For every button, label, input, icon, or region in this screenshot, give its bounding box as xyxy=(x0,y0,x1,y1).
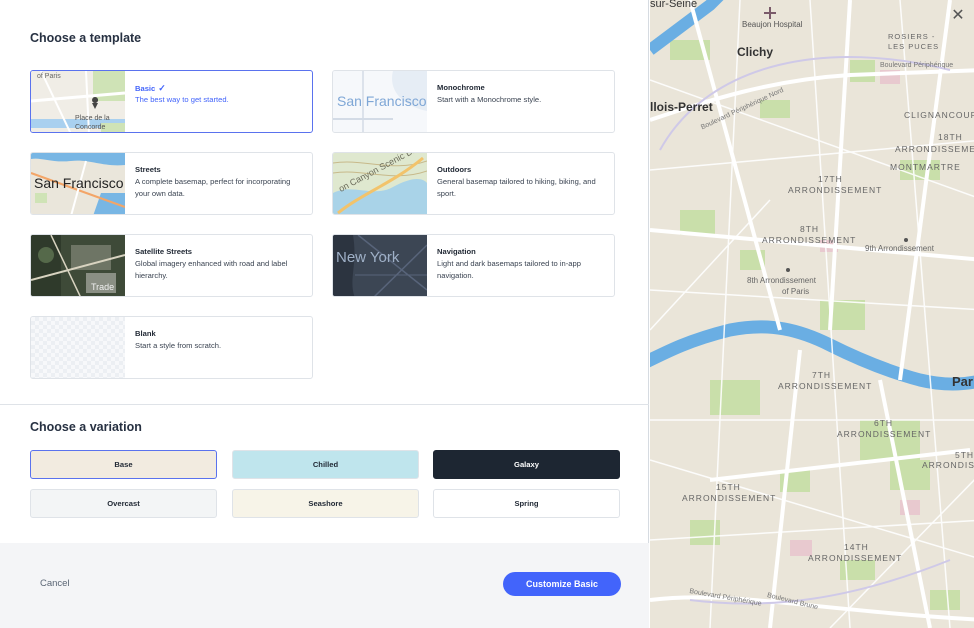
map-label: Par xyxy=(952,374,973,389)
template-name: Basic ✓ xyxy=(135,83,166,93)
map-label: Boulevard Périphérique xyxy=(880,62,954,69)
variation-chilled[interactable]: Chilled xyxy=(232,450,419,479)
variation-spring[interactable]: Spring xyxy=(433,489,620,518)
map-label: 17TH xyxy=(818,174,843,184)
template-thumbnail-blank xyxy=(31,317,125,378)
template-card-satellite-streets[interactable]: Trade Satellite Streets Global imagery e… xyxy=(30,234,313,297)
variations-heading: Choose a variation xyxy=(30,420,142,434)
variation-overcast[interactable]: Overcast xyxy=(30,489,217,518)
map-label: 8th Arrondissement xyxy=(747,276,816,285)
template-description: Light and dark basemaps tailored to in-a… xyxy=(437,259,581,280)
style-template-panel: Choose a template of Paris Place de la C… xyxy=(0,0,649,628)
template-card-streets[interactable]: San Francisco Streets A complete basemap… xyxy=(30,152,313,215)
template-description: Global imagery enhanced with road and la… xyxy=(135,259,288,280)
template-name: Navigation xyxy=(437,247,476,256)
thumb-label: Trade xyxy=(91,282,115,292)
map-label: ARRONDISSEMENT xyxy=(682,493,777,503)
hospital-icon xyxy=(764,7,776,19)
map-label: MONTMARTRE xyxy=(890,162,961,172)
map-label: ARRONDISSEMENT xyxy=(762,235,857,245)
map-label: ARRONDISSEMENT xyxy=(788,185,883,195)
map-label: ARRONDISSEMENT xyxy=(837,429,932,439)
map-label: CLIGNANCOURT xyxy=(904,110,974,120)
map-label: llois-Perret xyxy=(650,100,713,114)
templates-heading: Choose a template xyxy=(30,31,142,45)
template-name: Monochrome xyxy=(437,83,485,92)
dialog-footer: Cancel Customize Basic xyxy=(0,543,649,628)
map-label: Clichy xyxy=(737,45,774,59)
template-thumbnail-streets: San Francisco xyxy=(31,153,125,214)
template-thumbnail-outdoors: on Canyon Scenic Dr xyxy=(333,153,427,214)
template-card-navigation[interactable]: New York Navigation Light and dark basem… xyxy=(332,234,615,297)
template-description: The best way to get started. xyxy=(135,95,229,104)
map-label: ARRONDISSEMENT xyxy=(808,553,903,563)
template-name: Streets xyxy=(135,165,161,174)
template-thumbnail-satellite: Trade xyxy=(31,235,125,296)
variation-galaxy[interactable]: Galaxy xyxy=(433,450,620,479)
map-label: 5TH xyxy=(955,450,974,460)
template-name: Satellite Streets xyxy=(135,247,192,256)
map-label: sur-Seine xyxy=(650,0,698,10)
checkmark-icon: ✓ xyxy=(158,83,166,93)
map-label: 18TH xyxy=(938,132,963,142)
thumb-label: San Francisco xyxy=(34,175,124,191)
map-label: ARRONDISSEMENT xyxy=(778,381,873,391)
map-preview[interactable]: sur-Seine Beaujon Hospital Clichy ROSIER… xyxy=(650,0,974,628)
thumb-label: of Paris xyxy=(37,73,61,80)
template-name: Blank xyxy=(135,329,156,338)
map-canvas xyxy=(650,0,974,628)
thumb-label: Concorde xyxy=(75,124,106,131)
map-label: ARRONDISSEMENT xyxy=(895,144,974,154)
template-card-outdoors[interactable]: on Canyon Scenic Dr Outdoors General bas… xyxy=(332,152,615,215)
template-description: A complete basemap, perfect for incorpor… xyxy=(135,177,291,198)
poi-dot xyxy=(786,268,790,272)
template-card-blank[interactable]: Blank Start a style from scratch. xyxy=(30,316,313,379)
variation-base[interactable]: Base xyxy=(30,450,217,479)
close-icon[interactable]: ✕ xyxy=(948,6,968,26)
map-label: ROSIERS - xyxy=(888,32,936,41)
map-label: 15TH xyxy=(716,482,741,492)
cancel-button[interactable]: Cancel xyxy=(40,578,70,589)
template-description: Start with a Monochrome style. xyxy=(437,95,542,104)
map-label: Beaujon Hospital xyxy=(742,20,803,29)
map-label: 6TH xyxy=(874,418,894,428)
map-label: of Paris xyxy=(782,287,810,296)
map-label: LES PUCES xyxy=(888,42,940,51)
thumb-label: Place de la xyxy=(75,115,110,122)
customize-button[interactable]: Customize Basic xyxy=(503,572,621,596)
variation-seashore[interactable]: Seashore xyxy=(232,489,419,518)
map-label: 14TH xyxy=(844,542,869,552)
template-card-monochrome[interactable]: San Francisco Monochrome Start with a Mo… xyxy=(332,70,615,133)
map-label: 7TH xyxy=(812,370,832,380)
section-divider xyxy=(0,404,649,405)
map-label: 8TH xyxy=(800,224,820,234)
map-label: ARRONDISSEMENT xyxy=(922,460,974,470)
template-thumbnail-monochrome: San Francisco xyxy=(333,71,427,132)
template-description: Start a style from scratch. xyxy=(135,341,222,350)
template-name: Outdoors xyxy=(437,165,472,174)
map-label: 9th Arrondissement xyxy=(865,244,934,253)
template-description: General basemap tailored to hiking, biki… xyxy=(437,177,596,198)
template-thumbnail-navigation: New York xyxy=(333,235,427,296)
thumb-label: New York xyxy=(336,249,400,266)
poi-dot xyxy=(904,238,908,242)
thumb-label: San Francisco xyxy=(337,93,427,109)
template-card-basic[interactable]: of Paris Place de la Concorde Basic ✓ The… xyxy=(30,70,313,133)
template-thumbnail-basic: of Paris Place de la Concorde xyxy=(31,71,125,132)
